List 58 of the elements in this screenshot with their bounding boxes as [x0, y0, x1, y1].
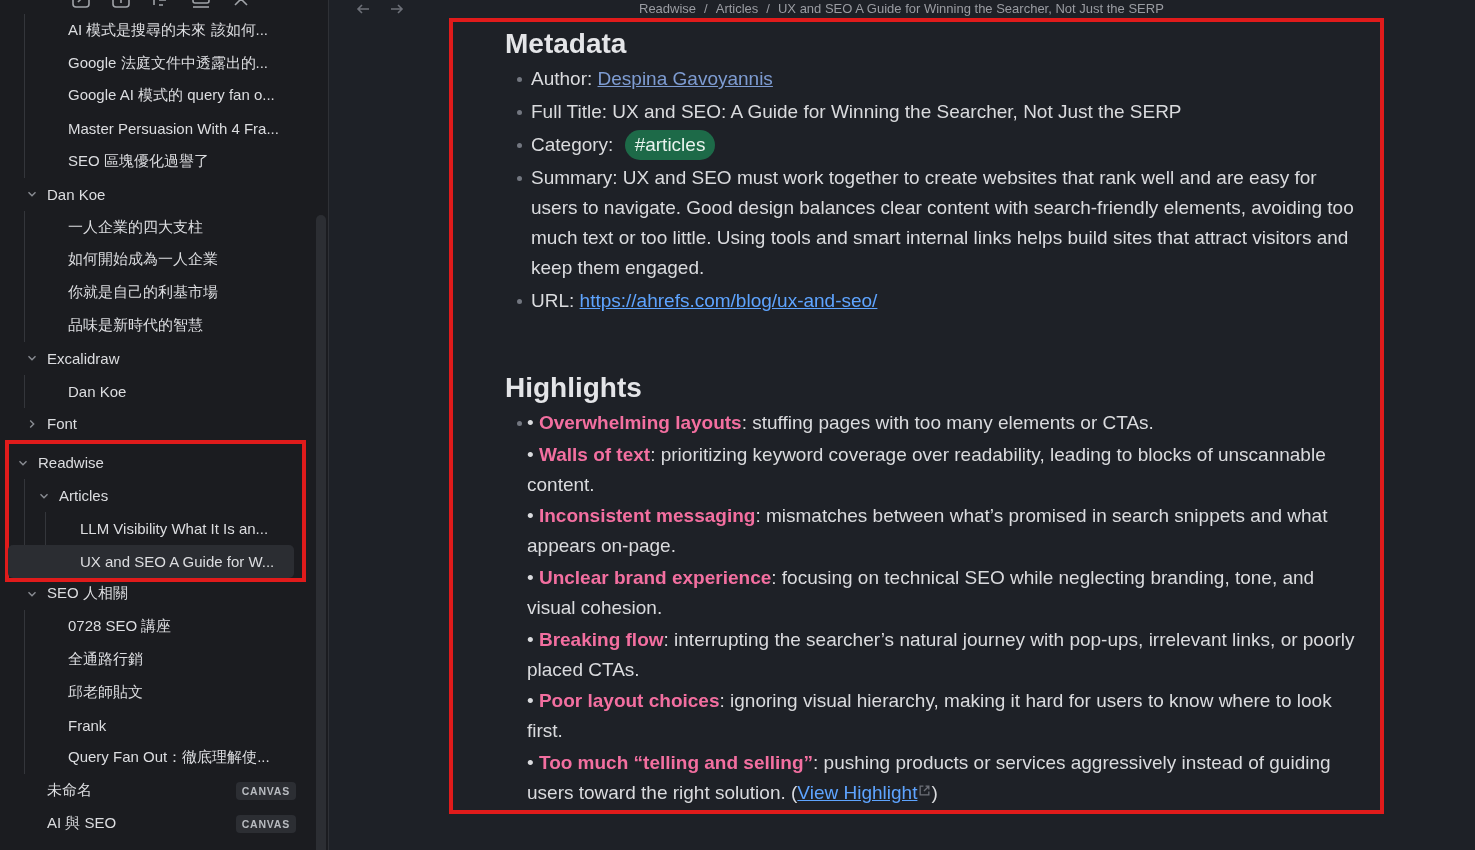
list-bullet-icon	[517, 77, 522, 82]
file-item[interactable]: 邱老師貼文	[8, 675, 298, 709]
view-highlight-link[interactable]: View Highlight	[797, 782, 932, 804]
list-bullet-icon	[517, 299, 522, 304]
file-item[interactable]: Frank	[8, 708, 298, 742]
breadcrumb-item[interactable]: UX and SEO A Guide for Winning the Searcher, Not Just the SERP	[777, 1, 1164, 16]
file-item[interactable]: Master Persuasion With 4 Fra...	[8, 112, 298, 146]
highlight-text: • Inconsistent messaging: mismatches between what’s promised in search snippets and what appears on-page.	[527, 504, 1329, 559]
list-bullet-icon	[517, 110, 522, 115]
list-bullet-icon	[517, 176, 522, 181]
file-item[interactable]: 品味是新時代的智慧	[8, 309, 298, 342]
author-link[interactable]: Despina Gavoyannis	[597, 68, 773, 89]
breadcrumb-separator: /	[704, 1, 708, 16]
file-type-badge: CANVAS	[235, 814, 296, 833]
breadcrumb-separator: /	[766, 1, 770, 16]
breadcrumb-item[interactable]: Articles	[715, 1, 759, 16]
folder-item[interactable]: Dan Koe	[8, 178, 298, 211]
file-type-badge: CANVAS	[235, 781, 296, 800]
category-tag[interactable]: #articles	[624, 130, 716, 160]
highlight-text: • Overwhelming layouts: stuffing pages with too many elements or CTAs.	[527, 411, 1155, 435]
url-link[interactable]: https://ahrefs.com/blog/ux-and-seo/	[579, 290, 878, 311]
highlight-text: • Breaking flow: interrupting the searcher’s natural journey with pop-ups, irrelevant links, or poorly placed CTAs.	[527, 627, 1356, 682]
file-item[interactable]: AI 模式是搜尋的未來 該如何...	[8, 14, 298, 47]
breadcrumb-item[interactable]: Readwise	[639, 1, 697, 16]
metadata-line: Full Title: UX and SEO: A Guide for Winning the Searcher, Not Just the SERP	[531, 100, 1182, 124]
folder-item[interactable]: Font	[8, 407, 298, 441]
file-item[interactable]: UX and SEO A Guide for W...	[8, 544, 294, 578]
file-item[interactable]: 全通路行銷	[8, 643, 298, 676]
file-item[interactable]: LLM Visibility What It Is an...	[8, 511, 294, 545]
file-item[interactable]: Google AI 模式的 query fan o...	[8, 79, 298, 113]
metadata-line: Summary: UX and SEO must work together to create websites that rank well and are easy for users to navigate. Good design balances clear content with search-friendly elements, avoiding too much text or too little. Using tools and smart internal links helps build sites that attract visitors and keep them engaged.	[531, 166, 1355, 280]
metadata-line: Category: #articles	[531, 130, 716, 160]
list-bullet-icon	[517, 421, 522, 426]
file-item[interactable]: 0728 SEO 講座	[8, 610, 298, 644]
folder-item[interactable]: Excalidraw	[8, 341, 298, 375]
highlight-text: • Unclear brand experience: focusing on technical SEO while neglecting branding, tone, and visual cohesion.	[527, 566, 1316, 621]
folder-item[interactable]: Readwise	[8, 446, 294, 480]
file-item[interactable]: 未命名 CANVAS	[8, 774, 298, 808]
folder-item[interactable]: SEO 人相關	[8, 577, 298, 611]
list-bullet-icon	[517, 143, 522, 148]
file-item[interactable]: Google 法庭文件中透露出的...	[8, 46, 298, 80]
file-item[interactable]: 一人企業的四大支柱	[8, 210, 298, 244]
highlight-text: • Too much “telling and selling”: pushing products or services aggressively instead of guiding users toward the right solution. (View Highlight )	[527, 751, 1332, 806]
metadata-line: Author: Despina Gavoyannis	[531, 67, 773, 91]
file-item[interactable]: AI 與 SEO CANVAS	[8, 807, 298, 840]
section-heading: Highlights	[505, 371, 643, 405]
file-item[interactable]: Dan Koe	[8, 374, 298, 408]
folder-item[interactable]: Articles	[8, 479, 294, 512]
external-link-icon	[918, 784, 932, 798]
file-item[interactable]: 如何開始成為一人企業	[8, 243, 298, 277]
highlight-text: • Walls of text: prioritizing keyword coverage over readability, leading to blocks of unscannable content.	[527, 442, 1327, 497]
section-heading: Metadata	[505, 27, 628, 61]
chevron-icon	[27, 418, 37, 429]
file-item[interactable]: Query Fan Out：徹底理解使...	[8, 741, 298, 775]
file-item[interactable]: SEO 區塊優化過譽了	[8, 145, 298, 178]
metadata-line: URL: https://ahrefs.com/blog/ux-and-seo/	[531, 289, 878, 313]
highlight-text: • Poor layout choices: ignoring visual hierarchy, making it hard for users to know where to look first.	[527, 689, 1333, 744]
file-item[interactable]: 你就是自己的利基市場	[8, 276, 298, 310]
